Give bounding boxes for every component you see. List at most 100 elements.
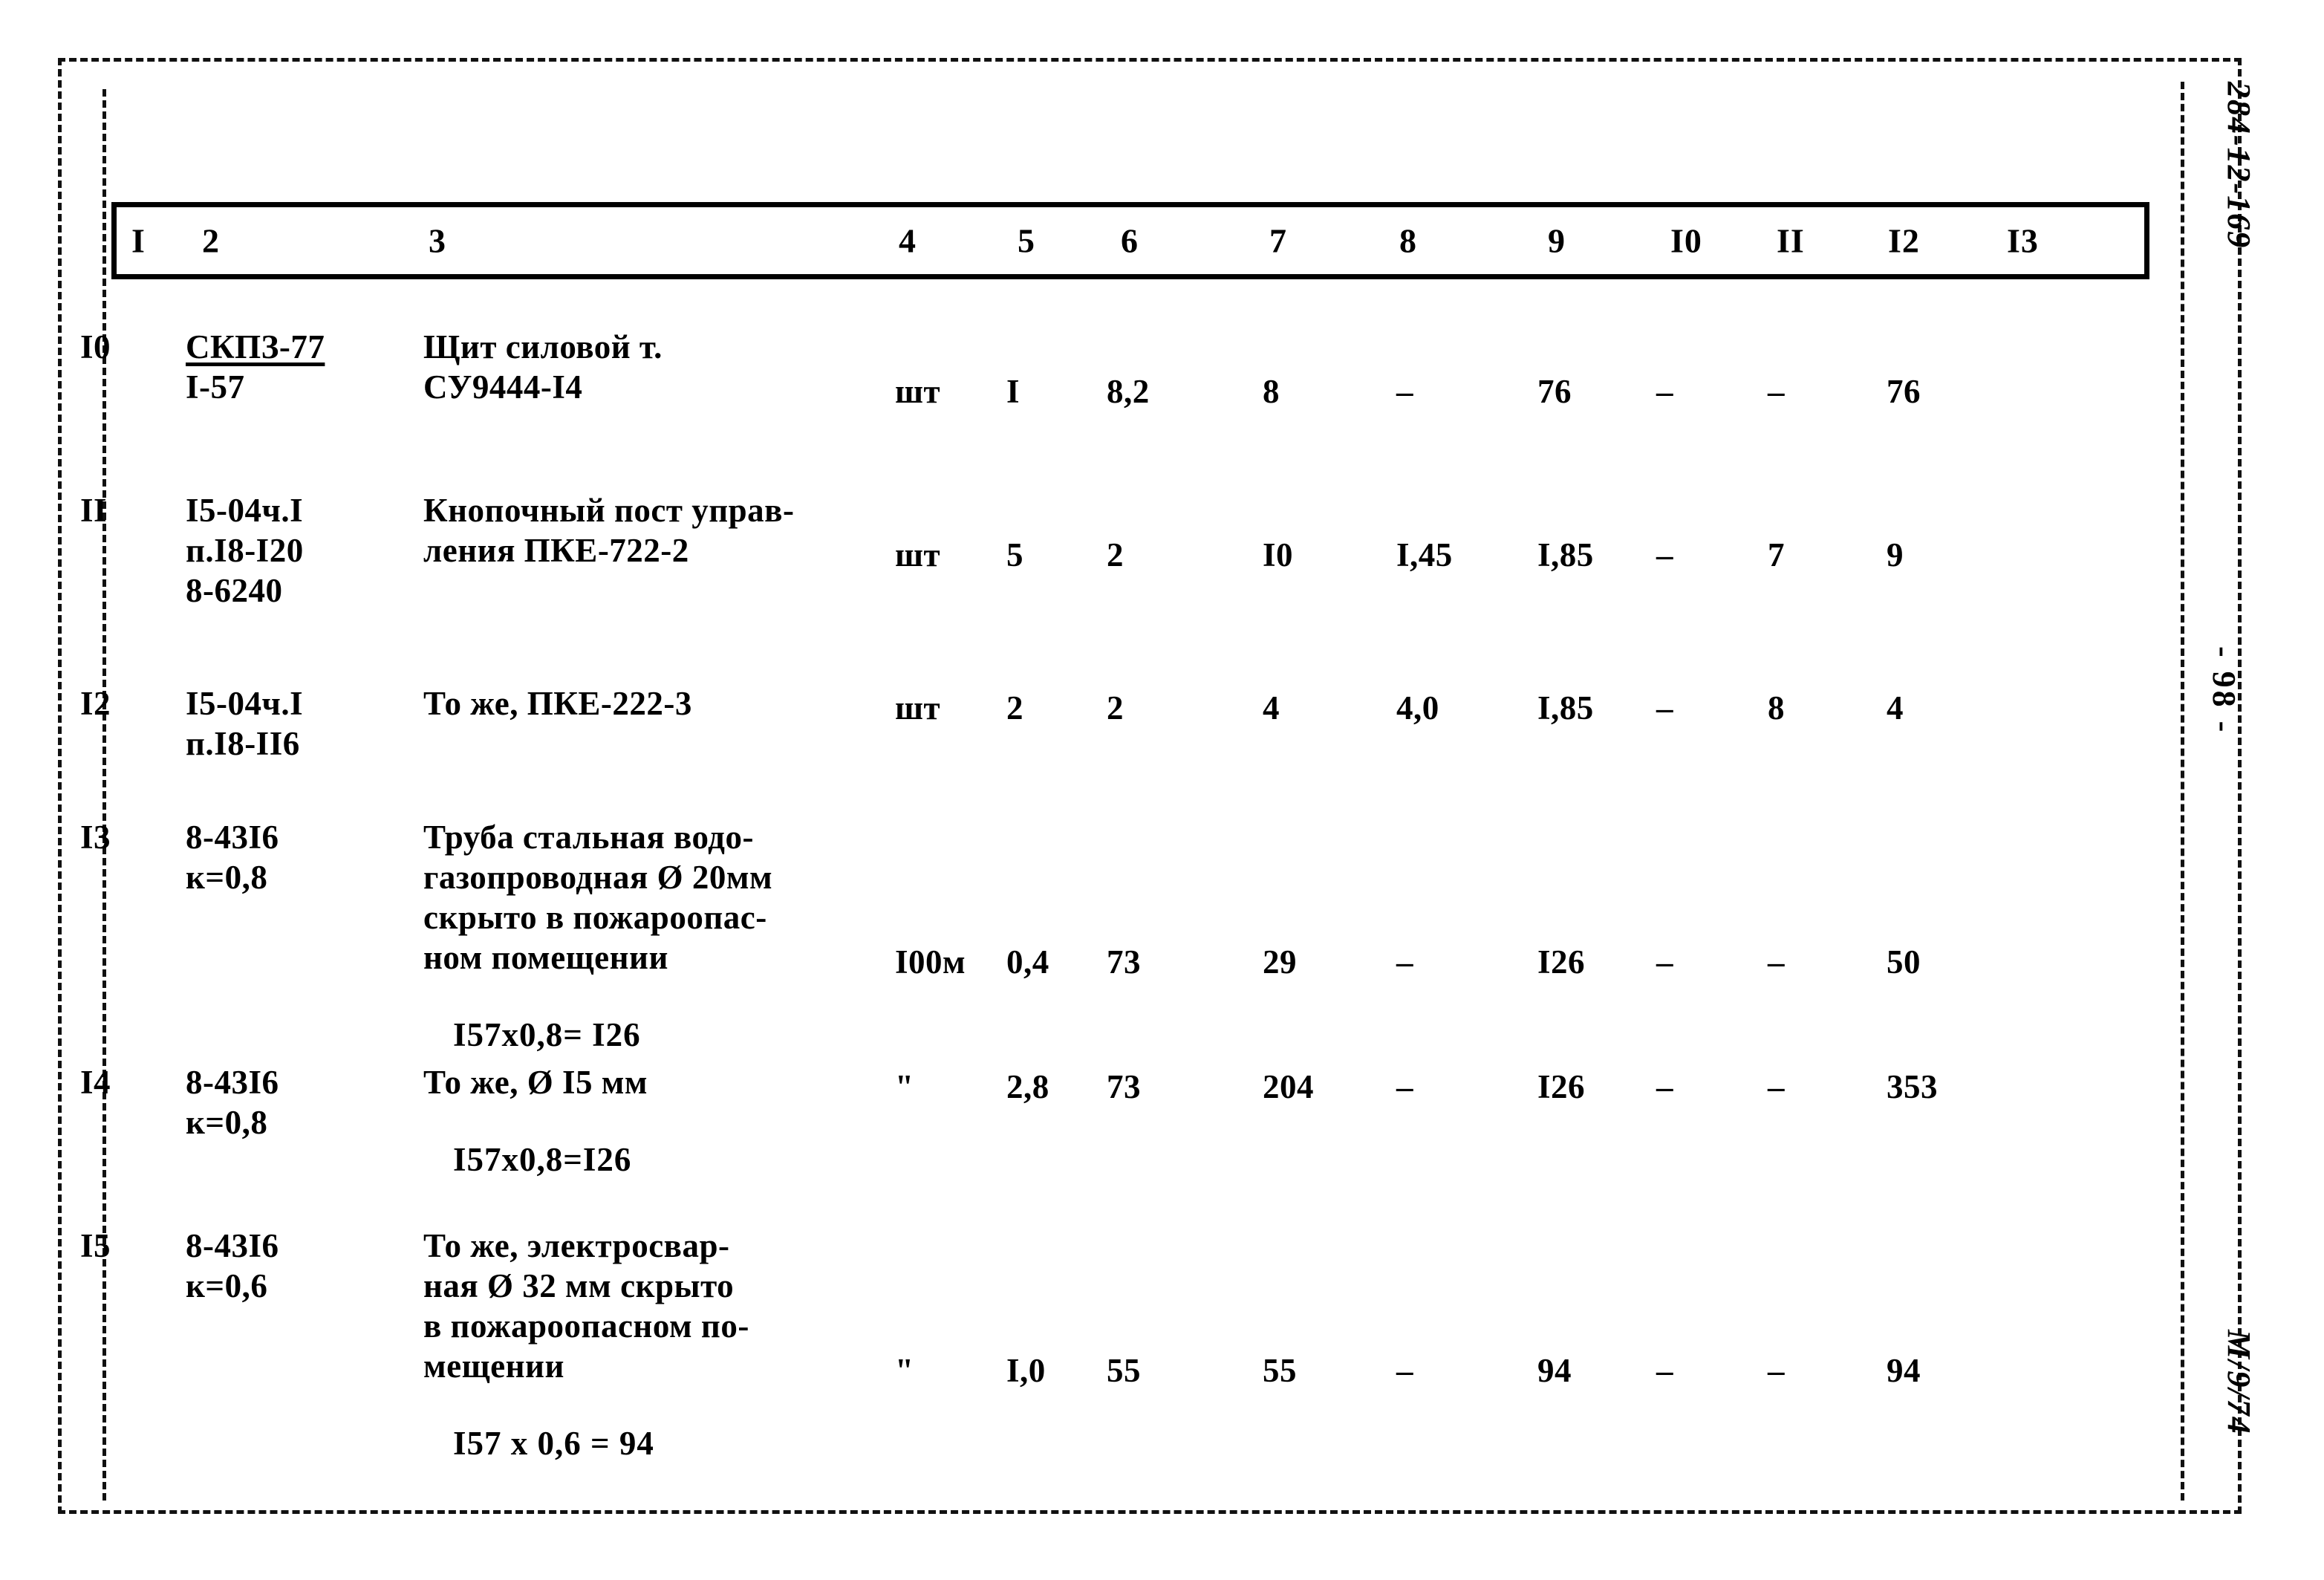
table-header-box: I 2 3 4 5 6 7 8 9 I0 II I2 I3 — [111, 202, 2149, 279]
row-description: То же, Ø I5 мм — [423, 1062, 648, 1102]
column-header-12: I2 — [1888, 221, 1920, 260]
row-description-line: мещении — [423, 1347, 564, 1385]
row-description: То же, ПКЕ-222-3 — [423, 683, 692, 724]
row-norm-code: I5-04ч.I п.I8-I20 8-6240 — [186, 490, 304, 611]
row-col9-value: 76 — [1537, 373, 1572, 410]
row-norm-code-line: к=0,6 — [186, 1267, 268, 1304]
row-col8-value: 4,0 — [1396, 689, 1439, 726]
row-norm-code-line: 8-43I6 — [186, 1227, 279, 1264]
column-header-4: 4 — [899, 221, 917, 260]
column-header-8: 8 — [1399, 221, 1417, 260]
row-description-line: СУ9444-I4 — [423, 368, 583, 406]
table-row: I2 I5-04ч.I п.I8-II6 То же, ПКЕ-222-3 шт 2 2 4 4… — [0, 683, 2324, 762]
row-unit: I00м — [895, 943, 966, 981]
row-description: Щит силовой т. СУ9444-I4 — [423, 327, 663, 407]
row-col11-value: 7 — [1768, 536, 1785, 573]
row-col12-value: 9 — [1887, 536, 1904, 573]
table-row: I5 8-43I6 к=0,6 То же, электросвар-ная Ø 32… — [0, 1226, 2324, 1462]
row-position-number: I3 — [80, 819, 111, 856]
scan-frame-inner-right-rule — [2181, 82, 2184, 1501]
row-col11-value: 8 — [1768, 689, 1785, 726]
row-col9-value: 94 — [1537, 1352, 1572, 1389]
row-norm-code-line: к=0,8 — [186, 1104, 268, 1141]
row-col8-value: – — [1396, 373, 1413, 410]
row-norm-code: 8-43I6 к=0,8 — [186, 1062, 279, 1142]
row-norm-code-line: п.I8-I20 — [186, 532, 304, 569]
table-row: I4 8-43I6 к=0,8 То же, Ø I5 мм I57x0,8=I26 " 2… — [0, 1062, 2324, 1178]
row-col5-value: I — [1006, 373, 1021, 410]
row-col9-value: I,85 — [1537, 536, 1594, 573]
row-description-line: ная Ø 32 мм скрыто — [423, 1267, 735, 1304]
row-position-number: II — [80, 492, 108, 529]
row-col5-value: I,0 — [1006, 1352, 1046, 1389]
row-description-line: в пожароопасном по- — [423, 1307, 749, 1345]
row-norm-code-line: СКПЗ-77 — [186, 328, 325, 365]
row-col12-value: 4 — [1887, 689, 1904, 726]
row-col5-value: 2 — [1006, 689, 1023, 726]
row-description: Кнопочный пост управ-ления ПКЕ-722-2 — [423, 490, 794, 570]
column-header-10: I0 — [1670, 221, 1702, 260]
row-col7-value: 29 — [1263, 943, 1297, 981]
column-header-13: I3 — [2007, 221, 2039, 260]
row-norm-code-line: 8-43I6 — [186, 819, 279, 856]
row-calculation-formula: I57x0,8= I26 — [453, 1016, 641, 1053]
column-header-3: 3 — [429, 221, 446, 260]
row-col11-value: – — [1768, 1068, 1785, 1105]
row-description-line: То же, Ø I5 мм — [423, 1064, 648, 1101]
row-norm-code-line: п.I8-II6 — [186, 725, 300, 762]
row-col7-value: 8 — [1263, 373, 1280, 410]
row-col7-value: 55 — [1263, 1352, 1297, 1389]
margin-document-code: 284-12-169 — [2221, 82, 2257, 250]
row-norm-code: I5-04ч.I п.I8-II6 — [186, 683, 303, 764]
row-col9-value: I26 — [1537, 943, 1586, 981]
row-unit: шт — [895, 536, 941, 573]
row-col6-value: 73 — [1107, 943, 1141, 981]
row-col8-value: – — [1396, 1352, 1413, 1389]
row-description-line: ном помещении — [423, 939, 668, 976]
row-col7-value: I0 — [1263, 536, 1294, 573]
row-norm-code-line: 8-6240 — [186, 572, 283, 609]
row-norm-code: 8-43I6 к=0,8 — [186, 817, 279, 897]
column-header-9: 9 — [1548, 221, 1566, 260]
row-norm-code-line: I5-04ч.I — [186, 492, 304, 529]
row-col10-value: – — [1656, 689, 1673, 726]
scan-frame-inner-left-rule — [102, 89, 106, 1501]
row-description-line: газопроводная Ø 20мм — [423, 859, 773, 896]
row-description-line: То же, ПКЕ-222-3 — [423, 685, 692, 722]
row-description-line: Щит силовой т. — [423, 328, 663, 365]
margin-page-number: - 98 - — [2206, 646, 2242, 735]
row-col7-value: 4 — [1263, 689, 1280, 726]
column-header-11: II — [1777, 221, 1805, 260]
table-row: I3 8-43I6 к=0,8 Труба стальная водо-газопро… — [0, 817, 2324, 1053]
row-col9-value: I,85 — [1537, 689, 1594, 726]
row-position-number: I4 — [80, 1064, 111, 1101]
table-row: II I5-04ч.I п.I8-I20 8-6240 Кнопочный пост у… — [0, 490, 2324, 609]
row-description: Труба стальная водо-газопроводная Ø 20мм… — [423, 817, 772, 978]
row-norm-code-line: 8-43I6 — [186, 1064, 279, 1101]
row-description-line: Труба стальная водо- — [423, 819, 754, 856]
row-col12-value: 353 — [1887, 1068, 1938, 1105]
row-col10-value: – — [1656, 373, 1673, 410]
row-col10-value: – — [1656, 943, 1673, 981]
row-col6-value: 73 — [1107, 1068, 1141, 1105]
margin-signature: М/9/74 — [2221, 1330, 2257, 1435]
row-unit: шт — [895, 689, 941, 726]
row-col6-value: 55 — [1107, 1352, 1141, 1389]
column-header-7: 7 — [1269, 221, 1287, 260]
row-col10-value: – — [1656, 536, 1673, 573]
column-header-5: 5 — [1018, 221, 1035, 260]
row-col6-value: 2 — [1107, 536, 1124, 573]
row-col8-value: – — [1396, 943, 1413, 981]
row-norm-code-line: к=0,8 — [186, 859, 268, 896]
row-position-number: I5 — [80, 1227, 111, 1264]
row-calculation-formula: I57 x 0,6 = 94 — [453, 1425, 654, 1462]
row-col8-value: I,45 — [1396, 536, 1453, 573]
row-norm-code: СКПЗ-77 I-57 — [186, 327, 325, 407]
row-col10-value: – — [1656, 1352, 1673, 1389]
row-position-number: I2 — [80, 685, 111, 722]
column-header-6: 6 — [1121, 221, 1139, 260]
row-unit: " — [895, 1352, 914, 1389]
row-description: То же, электросвар-ная Ø 32 мм скрыто в п… — [423, 1226, 749, 1386]
document-page: I 2 3 4 5 6 7 8 9 I0 II I2 I3 I0 СКПЗ-77 I… — [0, 0, 2324, 1580]
row-col6-value: 8,2 — [1107, 373, 1150, 410]
